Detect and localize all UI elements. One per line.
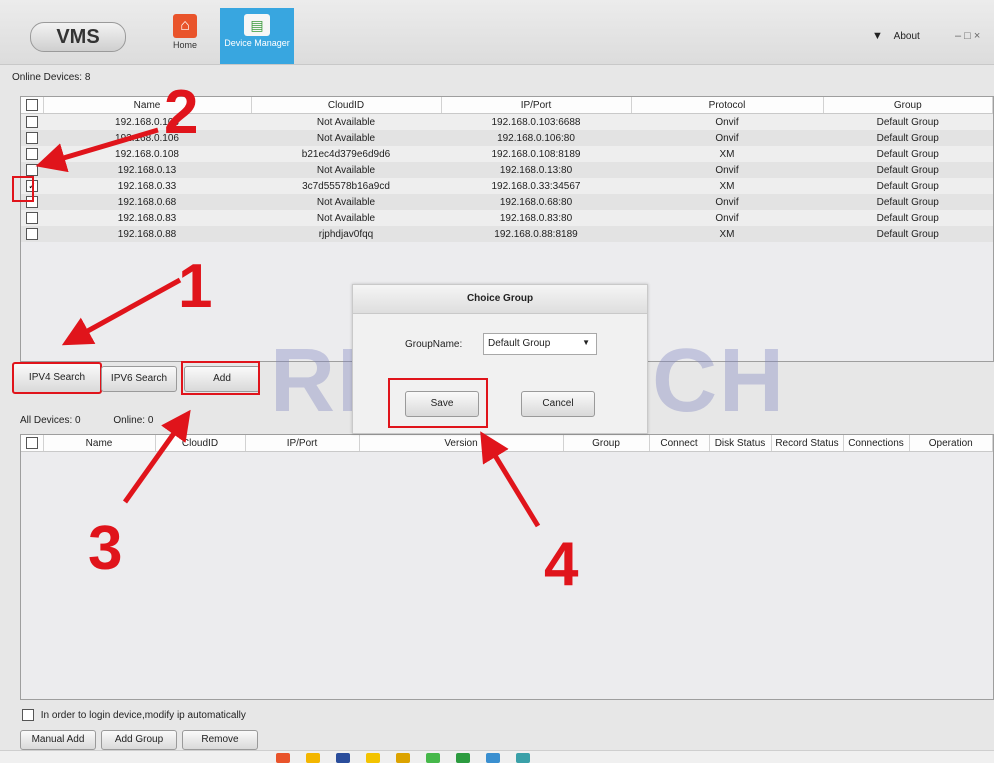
annotation-number-3: 3 <box>88 514 123 583</box>
annotation-arrows <box>35 127 541 528</box>
annotation-number-4: 4 <box>544 530 579 599</box>
arrow-4 <box>480 431 541 528</box>
arrow-2 <box>35 127 159 173</box>
arrow-1 <box>61 277 182 346</box>
taskbar <box>0 750 994 763</box>
arrow-3 <box>122 409 191 504</box>
annotation-number-1: 1 <box>178 252 213 321</box>
annotation-number-2: 2 <box>164 78 199 147</box>
